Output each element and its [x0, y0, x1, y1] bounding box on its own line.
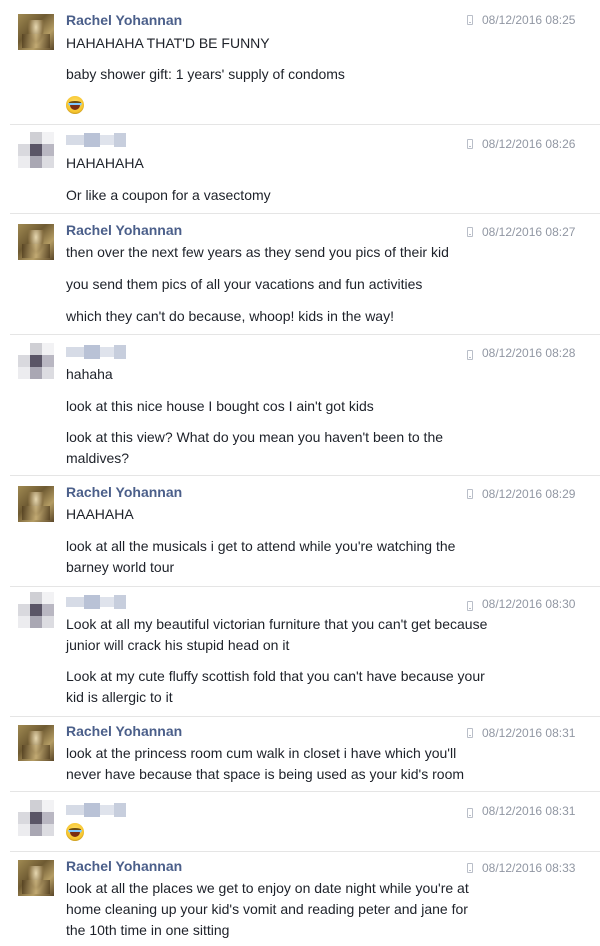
timestamp: 08/12/2016 08:31	[482, 804, 576, 818]
message-line: HAHAHAHA	[66, 155, 144, 171]
message-line: barney world tour	[66, 559, 175, 575]
divider	[10, 124, 600, 125]
sender-name[interactable]: Rachel Yohannan	[66, 484, 182, 500]
mobile-icon	[467, 139, 473, 149]
message-line: home cleaning up your kid's vomit and re…	[66, 901, 468, 917]
sender-name[interactable]: Rachel Yohannan	[66, 858, 182, 874]
tears-of-joy-emoji	[66, 96, 84, 114]
sender-name-redacted	[66, 345, 126, 359]
message-line: kid is allergic to it	[66, 689, 173, 705]
avatar[interactable]	[18, 14, 54, 50]
message-line: look at all the musicals i get to attend…	[66, 538, 456, 554]
divider	[10, 475, 600, 476]
message-line: junior will crack his stupid head on it	[66, 637, 290, 653]
message-line: Or like a coupon for a vasectomy	[66, 187, 271, 203]
mobile-icon	[467, 15, 473, 25]
mobile-icon	[467, 728, 473, 738]
message-line: Look at my cute fluffy scottish fold tha…	[66, 668, 485, 684]
divider	[10, 334, 600, 335]
timestamp: 08/12/2016 08:30	[482, 597, 576, 611]
message-line: HAHAHAHA THAT'D BE FUNNY	[66, 35, 270, 51]
tears-of-joy-emoji	[66, 823, 84, 841]
mobile-icon	[467, 808, 473, 818]
message-line: you send them pics of all your vacations…	[66, 276, 423, 292]
mobile-icon	[467, 863, 473, 873]
divider	[10, 791, 600, 792]
avatar[interactable]	[18, 860, 54, 896]
message-line: which they can't do because, whoop! kids…	[66, 308, 394, 324]
divider	[10, 851, 600, 852]
avatar[interactable]	[18, 592, 54, 628]
message-line: maldives?	[66, 450, 130, 466]
divider	[10, 586, 600, 587]
divider	[10, 716, 600, 717]
message-line: baby shower gift: 1 years' supply of con…	[66, 66, 345, 82]
sender-name-redacted	[66, 133, 126, 147]
sender-name[interactable]: Rachel Yohannan	[66, 12, 182, 28]
timestamp: 08/12/2016 08:31	[482, 726, 576, 740]
message-line: then over the next few years as they sen…	[66, 244, 449, 260]
timestamp: 08/12/2016 08:26	[482, 137, 576, 151]
avatar[interactable]	[18, 343, 54, 379]
message-line: look at the princess room cum walk in cl…	[66, 745, 457, 761]
avatar[interactable]	[18, 486, 54, 522]
message-line: look at all the places we get to enjoy o…	[66, 880, 469, 896]
message-line: the 10th time in one sitting	[66, 922, 230, 938]
mobile-icon	[467, 350, 473, 360]
timestamp: 08/12/2016 08:29	[482, 487, 576, 501]
sender-name[interactable]: Rachel Yohannan	[66, 222, 182, 238]
mobile-icon	[467, 489, 473, 499]
avatar[interactable]	[18, 224, 54, 260]
message-thread: Rachel Yohannan 08/12/2016 08:25 HAHAHAH…	[0, 0, 600, 946]
message-line: HAAHAHA	[66, 506, 134, 522]
timestamp: 08/12/2016 08:25	[482, 13, 576, 27]
avatar[interactable]	[18, 725, 54, 761]
avatar[interactable]	[18, 132, 54, 168]
timestamp: 08/12/2016 08:33	[482, 861, 576, 875]
message-line: Look at all my beautiful victorian furni…	[66, 616, 488, 632]
avatar[interactable]	[18, 800, 54, 836]
message-line: look at this view? What do you mean you …	[66, 429, 444, 445]
message-line: never have because that space is being u…	[66, 766, 465, 782]
timestamp: 08/12/2016 08:28	[482, 346, 576, 360]
sender-name-redacted	[66, 803, 126, 817]
sender-name[interactable]: Rachel Yohannan	[66, 723, 182, 739]
mobile-icon	[467, 601, 473, 611]
message-line: hahaha	[66, 366, 113, 382]
divider	[10, 213, 600, 214]
mobile-icon	[467, 227, 473, 237]
message-line: look at this nice house I bought cos I a…	[66, 398, 374, 414]
sender-name-redacted	[66, 595, 126, 609]
timestamp: 08/12/2016 08:27	[482, 225, 576, 239]
